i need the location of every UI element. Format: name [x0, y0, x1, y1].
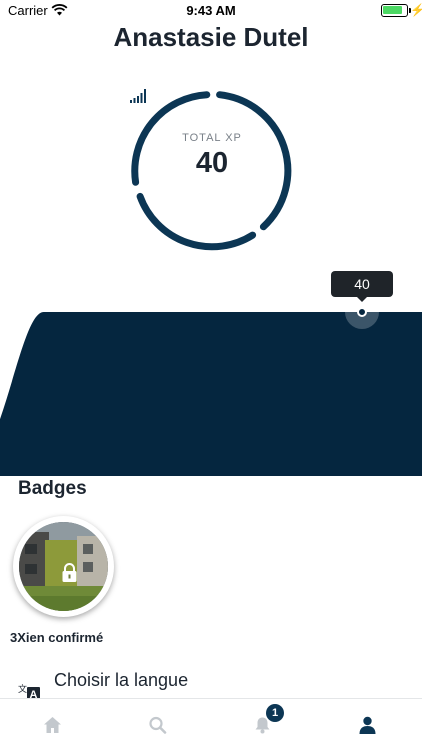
chart-highlight-point[interactable]: [357, 307, 367, 317]
tab-home[interactable]: [0, 699, 105, 750]
total-xp-gauge: TOTAL XP 40: [130, 89, 294, 253]
tab-profile[interactable]: [315, 699, 420, 750]
charging-bolt-icon: ⚡: [410, 3, 422, 17]
user-icon: [359, 716, 376, 734]
level-bars-icon: [130, 89, 146, 103]
badge-image: [19, 522, 108, 611]
svg-text:文: 文: [18, 683, 27, 695]
xp-label: TOTAL XP: [182, 132, 242, 144]
notifications-count-badge: 1: [266, 704, 284, 722]
tab-search[interactable]: [105, 699, 210, 750]
bottom-tab-bar: [0, 698, 422, 750]
profile-name: Anastasie Dutel: [113, 22, 309, 52]
choose-language-item[interactable]: Choisir la langue: [54, 670, 188, 691]
status-bar: Carrier 9:43 AM ⚡: [0, 0, 422, 22]
chart-tooltip-value: 40: [354, 276, 370, 292]
badges-section-title: Badges: [18, 478, 87, 499]
lock-icon: [62, 563, 77, 582]
chart-tooltip: 40: [331, 271, 393, 297]
search-icon: [149, 716, 167, 734]
badge-name: 3Xien confirmé: [10, 630, 104, 645]
home-icon: [44, 717, 61, 733]
chart-tooltip-arrow: [356, 296, 368, 302]
chart-area-series: [0, 312, 422, 476]
battery-icon: [381, 4, 411, 17]
tab-notifications[interactable]: [210, 699, 315, 750]
clock: 9:43 AM: [186, 3, 236, 18]
xp-value: 40: [195, 147, 229, 179]
badge-3xien-confirme[interactable]: [13, 516, 114, 617]
